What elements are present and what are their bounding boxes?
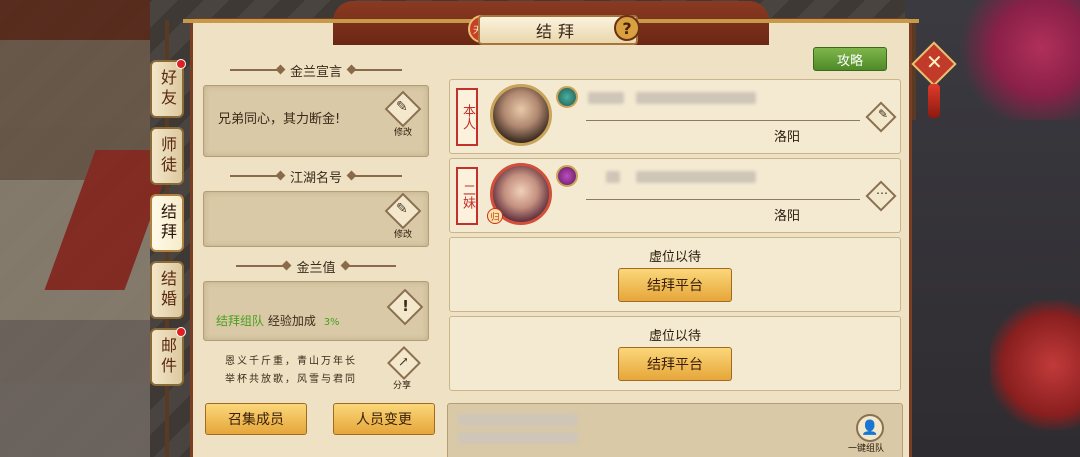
ornament [229,175,280,177]
edit-label: 修改 [393,230,412,240]
redacted-info [636,92,756,104]
tab-label: 结婚 [158,270,177,310]
declaration-heading: 金兰宣言 [203,59,429,81]
tab-label: 邮件 [158,337,177,377]
help-icon[interactable]: ? [614,15,640,41]
scroll-rod-right [912,20,916,120]
background-courtyard [0,0,176,457]
redacted-info [636,171,756,183]
background-blossom [950,0,1080,120]
nickname-heading: 江湖名号 [203,165,429,187]
poem-line: 举杯共放歌，风雪与君同 [225,374,357,385]
side-tabs: 好友 师徒 结拜 结婚 邮件 [150,59,186,395]
member-location: 洛阳 [773,209,800,224]
tab-mail[interactable]: 邮件 [150,327,186,386]
rank-tag: 二妹 [456,167,478,225]
notification-dot [176,327,186,337]
tab-label: 好友 [158,69,177,109]
ornament [229,69,280,71]
background-lantern [990,300,1080,430]
edit-declaration-button[interactable]: ✎ 修改 [384,90,422,138]
one-click-team-button[interactable]: 👤 一键组队 [848,414,888,454]
tab-sworn[interactable]: 结拜 [150,194,184,252]
sworn-platform-button[interactable]: 结拜平台 [618,268,732,302]
ornament [345,265,396,267]
redacted-name [588,92,624,104]
bonus-highlight: 结拜组队 [216,314,265,328]
ornament [236,265,287,267]
avatar[interactable] [490,84,552,146]
member-slot[interactable]: 二妹 归 洛阳 ⋯ [449,158,901,233]
edit-nickname-button[interactable]: ✎ 修改 [384,192,422,240]
notification-dot [176,59,186,69]
redacted-text [458,414,578,426]
gather-members-button[interactable]: 召集成员 [205,403,307,435]
bonus-value: 3% [323,317,340,328]
share-label: 分享 [393,381,412,391]
rank-tag: 本人 [456,88,478,146]
tassel [928,84,940,118]
slot-divider [586,120,860,121]
change-members-button[interactable]: 人员变更 [333,403,435,435]
more-icon: ⋯ [876,186,888,200]
tab-label: 师徒 [158,136,177,176]
empty-label: 虚位以待 [648,250,701,265]
tab-friends[interactable]: 好友 [150,59,186,118]
member-slot[interactable]: 本人 洛阳 ✎ [449,79,901,154]
class-icon [556,165,578,187]
members-list: 本人 洛阳 ✎ 二妹 归 洛阳 ⋯ 虚位以待 结拜平台 虚位以待 结拜平台 [449,79,901,395]
value-heading: 金兰值 [203,255,429,277]
exclamation-icon: ! [402,297,409,315]
value-box: 结拜组队 经验加成 3% ! [203,281,429,341]
guide-button[interactable]: 攻略 [813,47,887,71]
sworn-platform-button[interactable]: 结拜平台 [618,347,732,381]
team-label: 一键组队 [848,444,885,454]
tab-marriage[interactable]: 结婚 [150,261,184,319]
declaration-box: 兄弟同心，其力断金! ✎ 修改 [203,85,429,157]
tab-label: 结拜 [158,203,177,243]
value-title: 金兰值 [296,260,336,276]
share-button[interactable]: ↗ 分享 [385,346,425,395]
team-bar: 👤 一键组队 [447,403,903,457]
nickname-box: ✎ 修改 [203,191,429,247]
edit-label: 修改 [393,128,412,138]
member-location: 洛阳 [773,130,800,145]
poem-line: 恩义千斤重，青山万年长 [225,356,357,367]
ornament [352,69,402,71]
brush-icon: ✎ [396,201,408,217]
sworn-panel: 天涯 结拜 ? 攻略 金兰宣言 兄弟同心，其力断金! ✎ 修改 江湖名号 [183,1,919,457]
close-icon: ✕ [926,50,943,74]
empty-label: 虚位以待 [648,329,701,344]
class-icon [556,86,578,108]
nickname-title: 江湖名号 [289,170,342,186]
brush-icon: ✎ [877,107,888,121]
poem: 恩义千斤重，青山万年长 举杯共放歌，风雪与君同 ↗ 分享 [203,346,429,405]
team-icon: 👤 [856,414,884,442]
slot-divider [586,199,860,200]
avatar[interactable]: 归 [487,163,552,225]
redacted-text [458,432,578,444]
left-actions: 召集成员 人员变更 [205,403,435,435]
empty-slot: 虚位以待 结拜平台 [449,316,901,391]
declaration-title: 金兰宣言 [289,64,342,80]
bonus-text: 经验加成 [267,314,316,328]
empty-slot: 虚位以待 结拜平台 [449,237,901,312]
tab-master[interactable]: 师徒 [150,127,184,185]
redacted-name [606,171,620,183]
brush-icon: ✎ [396,99,408,115]
left-column: 金兰宣言 兄弟同心，其力断金! ✎ 修改 江湖名号 ✎ 修改 金兰值 结拜组队 … [203,59,429,405]
ornament [352,175,402,177]
exp-bonus: 结拜组队 经验加成 3% [216,312,340,329]
share-icon: ↗ [398,355,411,370]
gender-badge: 归 [487,208,503,224]
